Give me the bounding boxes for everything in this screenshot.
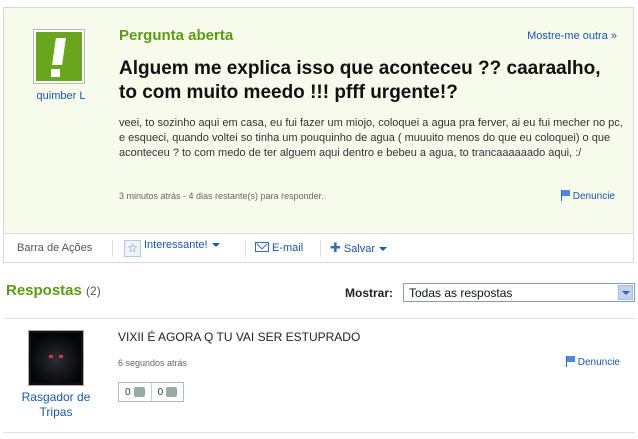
answerer-name-link[interactable]: Rasgador de Tripas xyxy=(14,390,98,420)
thumbs-up-count: 0 xyxy=(125,386,131,398)
question-content: quimber L Pergunta aberta Mostre-me outr… xyxy=(4,8,633,235)
asker-name-link[interactable]: quimber L xyxy=(18,90,104,102)
thumbs-down-count: 0 xyxy=(157,386,164,398)
chevron-down-icon xyxy=(211,243,220,247)
email-button[interactable]: E-mail xyxy=(255,242,303,254)
interesting-button[interactable]: ☆ Interessante! xyxy=(124,239,220,257)
question-body: veei, to sozinho aqui em casa, eu fui fa… xyxy=(119,117,623,159)
chevron-down-icon[interactable] xyxy=(618,285,633,300)
answers-heading: Respostas (2) xyxy=(6,282,101,299)
envelope-icon xyxy=(255,242,269,252)
star-icon: ☆ xyxy=(124,240,141,257)
answers-filter-value: Todas as respostas xyxy=(409,286,513,300)
answerer-avatar[interactable] xyxy=(28,330,84,386)
flag-icon xyxy=(565,356,576,367)
divider xyxy=(3,318,635,319)
save-button[interactable]: ✚ Salvar xyxy=(330,240,388,256)
action-bar-label: Barra de Ações xyxy=(17,242,93,254)
divider xyxy=(3,432,635,433)
thumbs-down-icon xyxy=(166,387,178,397)
asker-avatar[interactable] xyxy=(33,29,85,84)
question-meta: 3 minutos atrás - 4 dias restante(s) par… xyxy=(119,191,324,201)
question-title: Alguem me explica isso que aconteceu ?? … xyxy=(119,58,601,103)
exclamation-icon xyxy=(36,32,82,81)
thumbs-up-icon xyxy=(133,387,145,397)
action-bar: Barra de Ações ☆ Interessante! E-mail ✚ Sa… xyxy=(4,233,633,262)
report-answer-link[interactable]: Denuncie xyxy=(565,356,620,368)
show-filter-label: Mostrar: xyxy=(345,286,394,300)
flag-icon xyxy=(560,190,571,201)
report-label: Denuncie xyxy=(572,191,615,202)
vote-buttons: 0 0 xyxy=(118,382,185,402)
question-status: Pergunta aberta xyxy=(119,27,234,44)
answers-count: (2) xyxy=(86,284,101,298)
plus-icon: ✚ xyxy=(330,240,341,255)
report-question-link[interactable]: Denuncie xyxy=(560,190,615,202)
thumbs-down-button[interactable]: 0 xyxy=(150,383,184,401)
question-panel: quimber L Pergunta aberta Mostre-me outr… xyxy=(3,7,634,263)
chevron-down-icon xyxy=(379,247,388,251)
answers-filter-select[interactable]: Todas as respostas xyxy=(403,283,635,302)
thumbs-up-button[interactable]: 0 xyxy=(119,383,151,401)
show-another-link[interactable]: Mostre-me outra » xyxy=(527,30,617,42)
answer-time: 6 segundos atrás xyxy=(118,358,188,368)
answer-text: VIXII É AGORA Q TU VAI SER ESTUPRADO xyxy=(118,330,361,344)
